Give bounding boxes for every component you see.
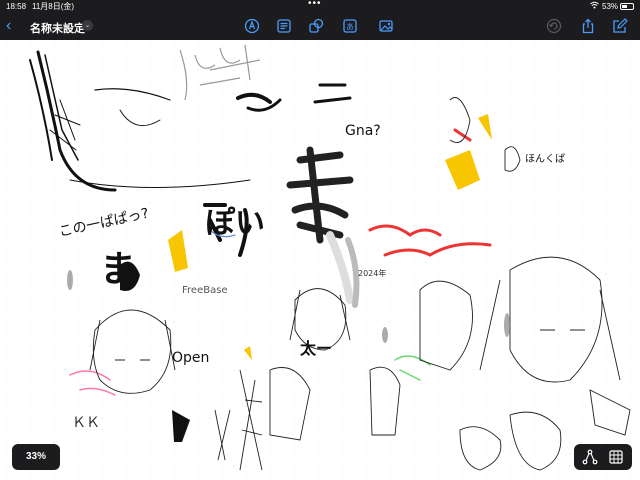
sketch-strokes-red xyxy=(326,224,492,308)
canvas-text-taka: 太ー xyxy=(300,339,333,358)
shapes-icon[interactable] xyxy=(308,18,324,34)
share-icon[interactable] xyxy=(580,18,596,34)
canvas-text-honkaku: ほんくぱ xyxy=(525,154,565,165)
toolbar: ‹ 名称未設定 ⌄ あ xyxy=(0,14,640,40)
sketch-strokes-top-left xyxy=(29,50,251,192)
document-title[interactable]: 名称未設定 xyxy=(30,20,85,36)
compose-icon[interactable] xyxy=(612,18,628,34)
pen-tip-icon[interactable] xyxy=(244,18,260,34)
text-box-icon[interactable] xyxy=(276,18,292,34)
bottom-tools xyxy=(574,444,632,470)
wifi-icon xyxy=(590,0,599,14)
sketch-strokes-gray-top xyxy=(179,44,261,101)
text-recognition-icon[interactable]: あ xyxy=(342,18,358,34)
battery-percent: 53% xyxy=(602,2,619,11)
battery-fill xyxy=(622,5,627,8)
zoom-level-button[interactable]: 33% xyxy=(12,444,60,470)
canvas-text-ma: ま xyxy=(100,249,137,290)
status-date: 11月8日(金) xyxy=(32,2,75,11)
back-button[interactable]: ‹ xyxy=(6,17,11,35)
status-bar: 18:58 11月8日(金) ••• 53% xyxy=(0,0,640,14)
canvas-text-kimu: ＫＫ xyxy=(72,415,100,431)
drawing-canvas[interactable]: Gna? ぽい この一ぱぱっ? ま FreeBase ほんくぱ 太ー Open … xyxy=(0,40,640,480)
top-bar: 18:58 11月8日(金) ••• 53% ‹ 名称未設定 ⌄ あ xyxy=(0,0,640,40)
canvas-text-year: 2024年 xyxy=(358,269,387,278)
multitasking-dots-icon[interactable]: ••• xyxy=(308,0,322,11)
canvas-text-open: Open xyxy=(172,350,210,366)
grid-icon[interactable] xyxy=(608,449,624,465)
battery-icon xyxy=(620,3,634,10)
status-time: 18:58 xyxy=(6,2,27,11)
svg-text:あ: あ xyxy=(346,23,354,32)
canvas-text-poi: ぽい xyxy=(205,206,265,241)
canvas-text-gna: Gna? xyxy=(345,123,381,139)
canvas-text-freebase: FreeBase xyxy=(182,285,228,296)
connector-icon[interactable] xyxy=(582,449,598,465)
undo-icon[interactable] xyxy=(546,18,562,34)
chevron-down-icon[interactable]: ⌄ xyxy=(82,20,93,31)
image-icon[interactable] xyxy=(378,18,394,34)
